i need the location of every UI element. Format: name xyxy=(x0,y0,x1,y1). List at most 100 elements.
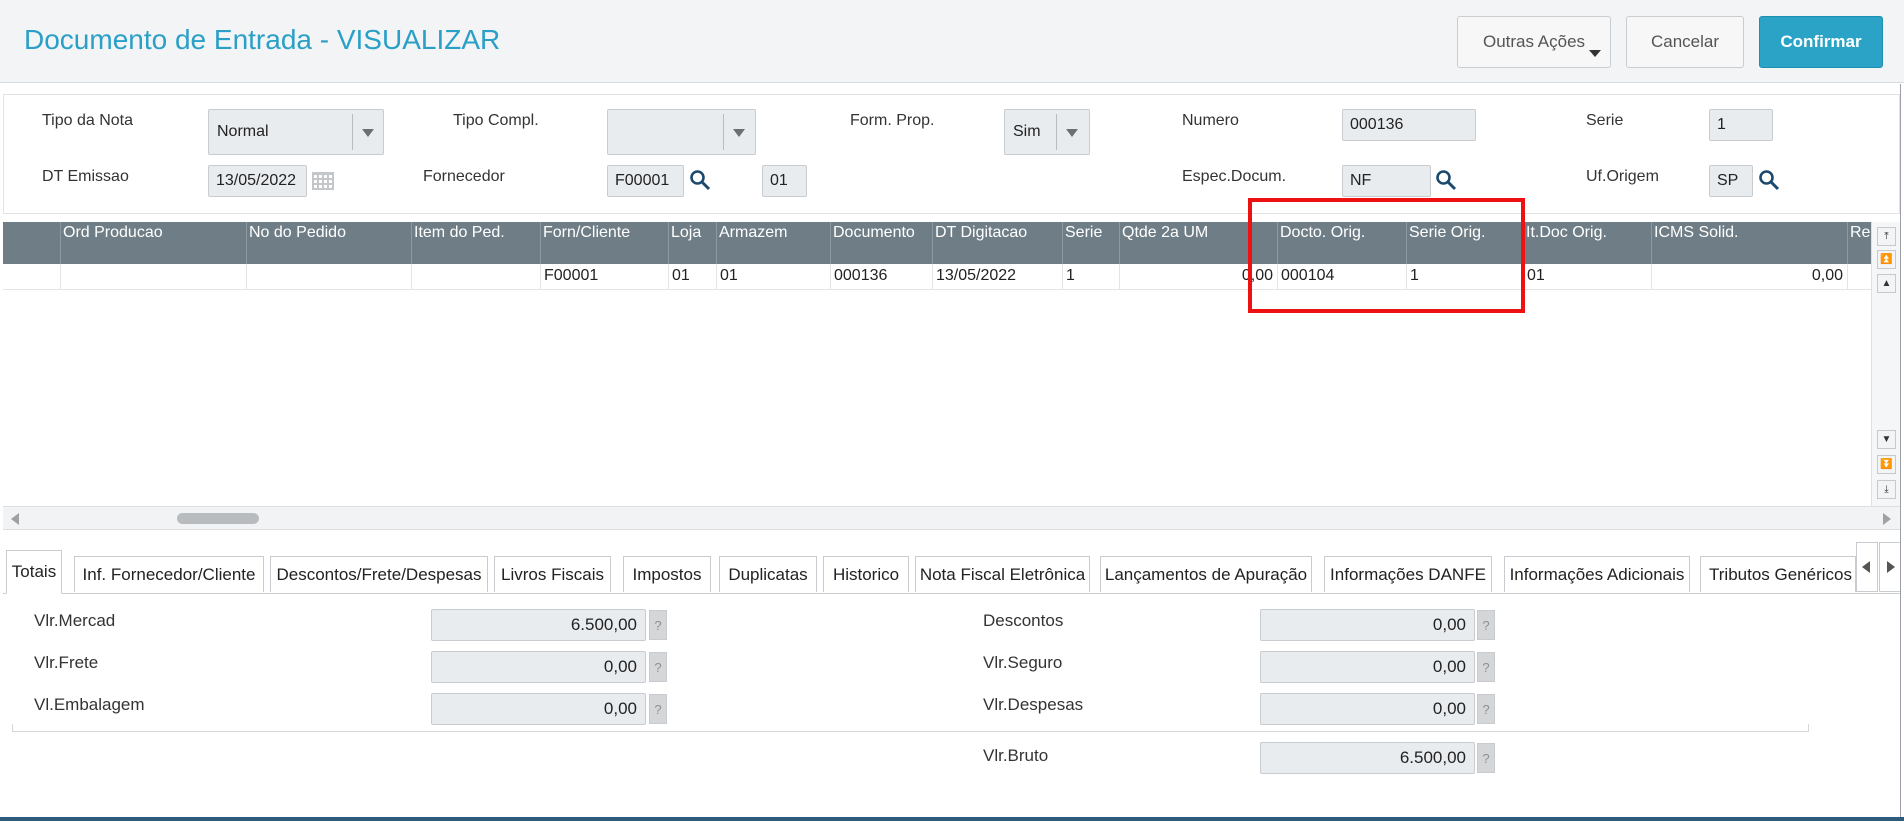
tab-lancamentos[interactable]: Lançamentos de Apuração xyxy=(1100,556,1312,592)
grid-col-header[interactable]: Documento xyxy=(831,222,933,264)
vertical-scrollbar[interactable]: ⤒ ⏫ ▲ ▼ ⏬ ⤓ xyxy=(1871,222,1900,506)
grid-col-header[interactable]: Item do Ped. xyxy=(412,222,541,264)
grid-cell[interactable]: F00001 xyxy=(541,264,669,290)
help-button[interactable]: ? xyxy=(1477,610,1495,640)
grid-col-header[interactable]: Armazem xyxy=(717,222,831,264)
help-button[interactable]: ? xyxy=(649,694,667,724)
table-row[interactable]: F00001 01 01 000136 13/05/2022 1 0,00 00… xyxy=(3,264,1871,290)
select-separator xyxy=(1056,114,1057,150)
fornecedor-field[interactable]: F00001 xyxy=(607,165,684,197)
grid-col-header[interactable]: No do Pedido xyxy=(247,222,412,264)
tipo-nota-select[interactable]: Normal xyxy=(208,109,384,155)
tab-inf-fornecedor[interactable]: Inf. Fornecedor/Cliente xyxy=(74,556,264,592)
scroll-bottom-icon[interactable]: ⤓ xyxy=(1877,480,1896,499)
vlr-despesas-field[interactable]: 0,00 xyxy=(1260,693,1475,725)
caret-down-icon xyxy=(1589,50,1601,57)
tab-duplicatas[interactable]: Duplicatas xyxy=(719,556,817,592)
grid-cell[interactable]: 000136 xyxy=(831,264,933,290)
help-button[interactable]: ? xyxy=(649,652,667,682)
grid-col-header[interactable]: Re xyxy=(1848,222,1871,264)
grid-col-header[interactable]: Forn/Cliente xyxy=(541,222,669,264)
vlr-seguro-field[interactable]: 0,00 xyxy=(1260,651,1475,683)
vlr-frete-field[interactable]: 0,00 xyxy=(431,651,646,683)
grid-col-header[interactable]: Serie xyxy=(1063,222,1120,264)
tab-next-button[interactable] xyxy=(1879,542,1901,592)
other-actions-label: Outras Ações xyxy=(1482,32,1586,51)
scroll-up-icon[interactable]: ▲ xyxy=(1877,274,1896,293)
scroll-right-icon[interactable] xyxy=(1883,513,1891,525)
calendar-icon[interactable] xyxy=(311,171,335,191)
grid-cell[interactable] xyxy=(3,264,61,290)
scroll-page-down-icon[interactable]: ⏬ xyxy=(1877,455,1896,474)
espec-docum-field[interactable]: NF xyxy=(1342,165,1431,197)
espec-docum-label: Espec.Docum. xyxy=(1182,168,1287,185)
vlr-mercad-label: Vlr.Mercad xyxy=(34,611,116,630)
scroll-page-up-icon[interactable]: ⏫ xyxy=(1877,250,1896,269)
numero-field[interactable]: 000136 xyxy=(1342,109,1476,141)
tab-descontos[interactable]: Descontos/Frete/Despesas xyxy=(270,556,488,592)
fornecedor-label: Fornecedor xyxy=(423,168,505,185)
grid-cell[interactable]: 13/05/2022 xyxy=(933,264,1063,290)
grid-col-header[interactable]: DT Digitacao xyxy=(933,222,1063,264)
grid-col-header[interactable]: It.Doc Orig. xyxy=(1524,222,1652,264)
grid-col-header[interactable]: ICMS Solid. xyxy=(1652,222,1848,264)
header-form: Tipo da Nota Normal Tipo Compl. Form. Pr… xyxy=(3,94,1900,214)
vlr-bruto-field[interactable]: 6.500,00 xyxy=(1260,742,1475,774)
tab-impostos[interactable]: Impostos xyxy=(623,556,711,592)
grid-cell[interactable]: 0,00 xyxy=(1652,264,1848,290)
chevron-left-icon xyxy=(1862,561,1870,573)
window-frame xyxy=(1900,84,1901,819)
scroll-thumb[interactable] xyxy=(177,513,259,524)
tab-livros-fiscais[interactable]: Livros Fiscais xyxy=(494,556,611,592)
descontos-field[interactable]: 0,00 xyxy=(1260,609,1475,641)
grid-col-header[interactable]: Ord Producao xyxy=(61,222,247,264)
grid-col-header[interactable]: Loja xyxy=(669,222,717,264)
dt-emissao-field[interactable]: 13/05/2022 xyxy=(208,165,307,197)
confirm-button[interactable]: Confirmar xyxy=(1759,16,1883,68)
tab-prev-button[interactable] xyxy=(1856,542,1878,592)
grid-cell[interactable] xyxy=(1848,264,1871,290)
loja-field[interactable]: 01 xyxy=(762,165,807,197)
tab-nota-fiscal-eletronica[interactable]: Nota Fiscal Eletrônica xyxy=(915,556,1090,592)
grid-cell[interactable]: 01 xyxy=(1524,264,1652,290)
tab-informacoes-danfe[interactable]: Informações DANFE xyxy=(1324,556,1492,592)
descontos-label: Descontos xyxy=(983,611,1064,630)
serie-field[interactable]: 1 xyxy=(1709,109,1773,141)
help-button[interactable]: ? xyxy=(1477,694,1495,724)
tipo-compl-label: Tipo Compl. xyxy=(453,112,539,129)
serie-label: Serie xyxy=(1586,112,1624,129)
scroll-left-icon[interactable] xyxy=(11,513,19,525)
dt-emissao-label: DT Emissao xyxy=(42,168,129,185)
tab-totais[interactable]: Totais xyxy=(6,550,62,594)
cancel-button[interactable]: Cancelar xyxy=(1626,16,1744,68)
grid-col-header[interactable] xyxy=(3,222,61,264)
tab-historico[interactable]: Historico xyxy=(823,556,909,592)
horizontal-scrollbar[interactable] xyxy=(3,506,1900,530)
grid-cell[interactable] xyxy=(247,264,412,290)
uf-origem-field[interactable]: SP xyxy=(1709,165,1753,197)
vl-embalagem-field[interactable]: 0,00 xyxy=(431,693,646,725)
scroll-down-icon[interactable]: ▼ xyxy=(1877,430,1896,449)
other-actions-button[interactable]: Outras Ações xyxy=(1457,16,1611,68)
grid-cell[interactable] xyxy=(412,264,541,290)
page-header: Documento de Entrada - VISUALIZAR Outras… xyxy=(0,0,1904,83)
grid-cell[interactable]: 1 xyxy=(1063,264,1120,290)
form-prop-value: Sim xyxy=(1013,123,1041,140)
search-icon[interactable] xyxy=(1435,169,1457,191)
form-prop-label: Form. Prop. xyxy=(850,112,935,129)
tab-informacoes-adicionais[interactable]: Informações Adicionais xyxy=(1504,556,1690,592)
search-icon[interactable] xyxy=(689,169,711,191)
scroll-top-icon[interactable]: ⤒ xyxy=(1877,227,1896,246)
search-icon[interactable] xyxy=(1758,169,1780,191)
grid-cell[interactable]: 01 xyxy=(669,264,717,290)
tab-tributos-genericos[interactable]: Tributos Genéricos - xyxy=(1700,556,1856,592)
page-title: Documento de Entrada - VISUALIZAR xyxy=(24,24,501,55)
tipo-compl-select[interactable] xyxy=(607,109,756,155)
vlr-mercad-field[interactable]: 6.500,00 xyxy=(431,609,646,641)
help-button[interactable]: ? xyxy=(1477,743,1495,773)
help-button[interactable]: ? xyxy=(1477,652,1495,682)
help-button[interactable]: ? xyxy=(649,610,667,640)
form-prop-select[interactable]: Sim xyxy=(1004,109,1090,155)
grid-cell[interactable]: 01 xyxy=(717,264,831,290)
grid-cell[interactable] xyxy=(61,264,247,290)
